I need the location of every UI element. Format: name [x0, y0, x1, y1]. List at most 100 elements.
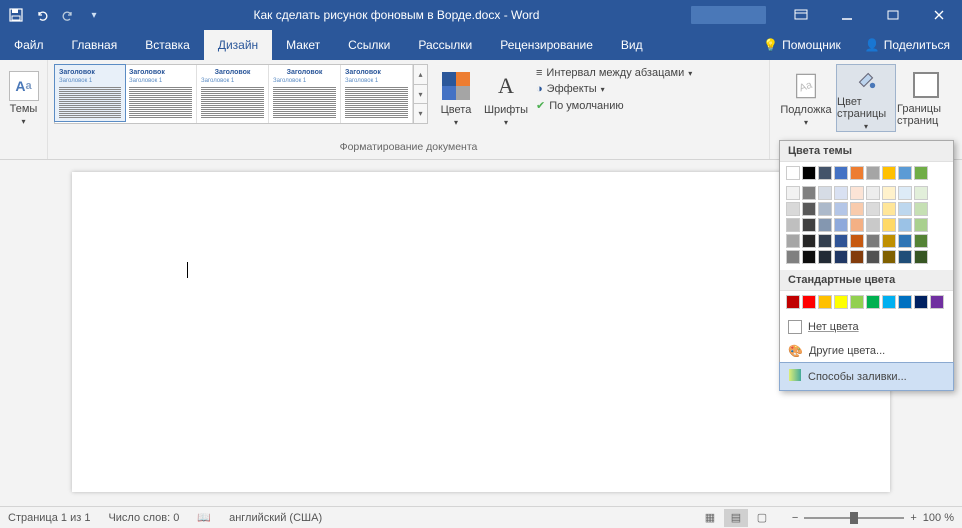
color-swatch[interactable] — [850, 202, 864, 216]
color-swatch[interactable] — [850, 250, 864, 264]
color-swatch[interactable] — [930, 295, 944, 309]
color-swatch[interactable] — [818, 202, 832, 216]
color-swatch[interactable] — [834, 166, 848, 180]
status-language[interactable]: английский (США) — [229, 512, 322, 524]
watermark-button[interactable]: Aa Подложка▾ — [776, 64, 836, 132]
color-swatch[interactable] — [850, 218, 864, 232]
color-swatch[interactable] — [834, 295, 848, 309]
color-swatch[interactable] — [802, 234, 816, 248]
color-swatch[interactable] — [802, 218, 816, 232]
set-default-button[interactable]: ✔По умолчанию — [532, 98, 696, 113]
color-swatch[interactable] — [866, 250, 880, 264]
user-account-box[interactable] — [691, 6, 766, 24]
color-swatch[interactable] — [882, 234, 896, 248]
color-swatch[interactable] — [882, 218, 896, 232]
color-swatch[interactable] — [882, 186, 896, 200]
color-swatch[interactable] — [914, 186, 928, 200]
color-swatch[interactable] — [866, 295, 880, 309]
color-scheme-button[interactable]: Цвета▾ — [432, 64, 480, 132]
color-swatch[interactable] — [882, 295, 896, 309]
color-swatch[interactable] — [914, 202, 928, 216]
undo-icon[interactable] — [34, 7, 50, 23]
color-swatch[interactable] — [914, 295, 928, 309]
color-swatch[interactable] — [914, 218, 928, 232]
color-swatch[interactable] — [786, 202, 800, 216]
redo-icon[interactable] — [60, 7, 76, 23]
gallery-up-icon[interactable]: ▴ — [414, 65, 427, 85]
color-swatch[interactable] — [914, 166, 928, 180]
fonts-button[interactable]: A Шрифты▾ — [480, 64, 532, 132]
style-set-item[interactable]: ЗаголовокЗаголовок 1 — [341, 65, 413, 123]
qat-more-icon[interactable]: ▾ — [86, 7, 102, 23]
color-swatch[interactable] — [802, 250, 816, 264]
color-swatch[interactable] — [914, 234, 928, 248]
color-swatch[interactable] — [850, 166, 864, 180]
color-swatch[interactable] — [882, 250, 896, 264]
color-swatch[interactable] — [818, 234, 832, 248]
web-layout-icon[interactable]: ▢ — [750, 509, 774, 527]
zoom-level[interactable]: 100 % — [923, 512, 954, 524]
color-swatch[interactable] — [818, 166, 832, 180]
gallery-down-icon[interactable]: ▾ — [414, 85, 427, 105]
color-swatch[interactable] — [786, 218, 800, 232]
tab-file[interactable]: Файл — [0, 30, 58, 60]
color-swatch[interactable] — [818, 218, 832, 232]
zoom-slider[interactable] — [804, 517, 904, 519]
paragraph-spacing-button[interactable]: ≡Интервал между абзацами▾ — [532, 66, 696, 80]
color-swatch[interactable] — [834, 202, 848, 216]
color-swatch[interactable] — [898, 250, 912, 264]
color-swatch[interactable] — [834, 234, 848, 248]
color-swatch[interactable] — [866, 186, 880, 200]
tab-references[interactable]: Ссылки — [334, 30, 404, 60]
color-swatch[interactable] — [818, 250, 832, 264]
close-icon[interactable] — [916, 0, 962, 30]
color-swatch[interactable] — [834, 186, 848, 200]
color-swatch[interactable] — [802, 166, 816, 180]
tab-home[interactable]: Главная — [58, 30, 132, 60]
status-page[interactable]: Страница 1 из 1 — [8, 512, 90, 524]
spellcheck-icon[interactable]: 📖 — [197, 511, 211, 524]
color-swatch[interactable] — [898, 166, 912, 180]
color-swatch[interactable] — [786, 250, 800, 264]
color-swatch[interactable] — [914, 250, 928, 264]
color-swatch[interactable] — [802, 202, 816, 216]
color-swatch[interactable] — [898, 202, 912, 216]
color-swatch[interactable] — [802, 295, 816, 309]
print-layout-icon[interactable]: ▤ — [724, 509, 748, 527]
style-set-item[interactable]: ЗаголовокЗаголовок 1 — [197, 65, 269, 123]
style-set-item[interactable]: ЗаголовокЗаголовок 1 — [269, 65, 341, 123]
save-icon[interactable] — [8, 7, 24, 23]
tab-layout[interactable]: Макет — [272, 30, 334, 60]
more-colors-item[interactable]: 🎨Другие цвета... — [780, 339, 953, 363]
color-swatch[interactable] — [850, 186, 864, 200]
ribbon-display-icon[interactable] — [778, 0, 824, 30]
color-swatch[interactable] — [898, 295, 912, 309]
color-swatch[interactable] — [898, 186, 912, 200]
style-set-item[interactable]: ЗаголовокЗаголовок 1 — [54, 64, 126, 122]
tab-mailings[interactable]: Рассылки — [404, 30, 486, 60]
color-swatch[interactable] — [882, 166, 896, 180]
color-swatch[interactable] — [882, 202, 896, 216]
zoom-in-icon[interactable]: + — [910, 512, 916, 524]
color-swatch[interactable] — [786, 234, 800, 248]
share-button[interactable]: 👤Поделиться — [853, 30, 962, 60]
read-mode-icon[interactable]: ▦ — [698, 509, 722, 527]
style-set-gallery[interactable]: ЗаголовокЗаголовок 1 ЗаголовокЗаголовок … — [54, 64, 428, 124]
color-swatch[interactable] — [866, 166, 880, 180]
color-swatch[interactable] — [866, 218, 880, 232]
tab-view[interactable]: Вид — [607, 30, 657, 60]
effects-button[interactable]: ◑Эффекты▾ — [532, 82, 696, 96]
document-page[interactable] — [72, 172, 890, 492]
color-swatch[interactable] — [850, 295, 864, 309]
color-swatch[interactable] — [866, 202, 880, 216]
color-swatch[interactable] — [898, 218, 912, 232]
tab-review[interactable]: Рецензирование — [486, 30, 607, 60]
color-swatch[interactable] — [818, 186, 832, 200]
zoom-out-icon[interactable]: − — [792, 512, 798, 524]
color-swatch[interactable] — [818, 295, 832, 309]
no-color-item[interactable]: Нет цвета — [780, 315, 953, 339]
color-swatch[interactable] — [850, 234, 864, 248]
color-swatch[interactable] — [786, 186, 800, 200]
gallery-more-icon[interactable]: ▾ — [414, 104, 427, 123]
page-borders-button[interactable]: Границы страниц — [896, 64, 956, 132]
